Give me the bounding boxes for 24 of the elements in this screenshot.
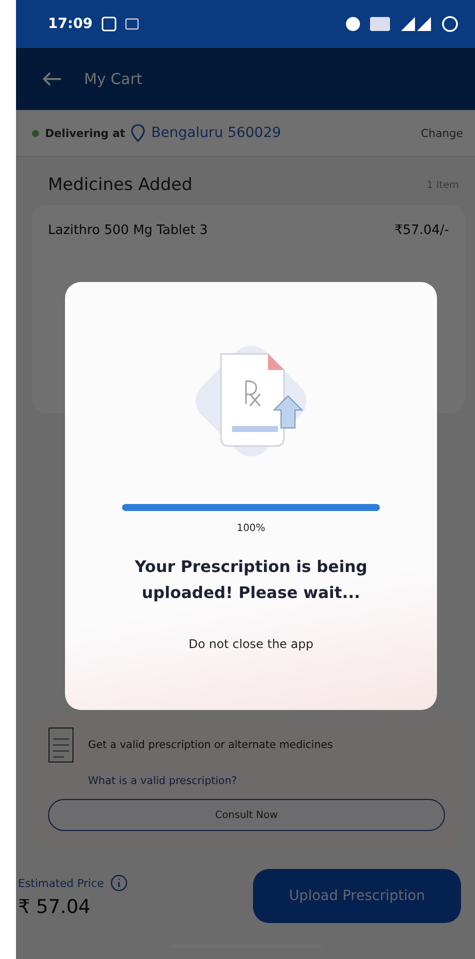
location-pin-icon — [131, 124, 146, 142]
signal-icon — [399, 16, 433, 32]
upload-message: Your Prescription is being uploaded! Please wait... — [134, 556, 368, 604]
consult-now-button[interactable]: Consult Now — [48, 799, 445, 831]
change-link[interactable]: Change — [420, 126, 463, 140]
upload-prescription-button[interactable]: Upload Prescription — [253, 869, 461, 923]
upload-note: Do not close the app — [188, 637, 314, 652]
medicine-price: ₹57.04/- — [394, 223, 449, 238]
status-time: 17:09 — [48, 16, 93, 32]
status-dot-icon — [32, 130, 39, 136]
progress-percent: 100% — [236, 523, 266, 534]
estimated-price-label: Estimated Price — [18, 876, 104, 890]
document-icon — [48, 727, 74, 763]
back-arrow-icon[interactable] — [42, 71, 62, 87]
valid-prescription-link[interactable]: What is a valid prescription? — [48, 775, 445, 787]
estimated-price: ₹ 57.04 — [18, 896, 92, 918]
section-title: Medicines Added — [48, 175, 192, 195]
medicine-name: Lazithro 500 Mg Tablet 3 — [48, 223, 208, 238]
battery-icon — [441, 15, 459, 33]
delivery-location: Bengaluru 560029 — [151, 125, 282, 141]
prescription-info-text: Get a valid prescription or alternate medicines — [88, 739, 333, 751]
delivery-label: Delivering at — [45, 126, 126, 140]
page-title: My Cart — [84, 70, 142, 88]
info-icon[interactable] — [110, 874, 128, 892]
